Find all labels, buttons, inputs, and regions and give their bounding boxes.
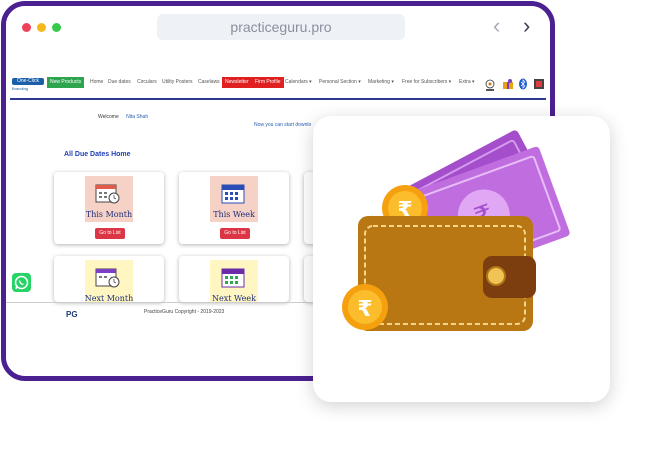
logo-subtext: Branding	[12, 86, 29, 91]
nav-free-for-subscribers[interactable]: Free for Subscribers ▾	[402, 77, 451, 88]
calendar-grid-icon	[221, 184, 245, 204]
card-label: This Week	[213, 210, 255, 219]
address-bar[interactable]: practiceguru.pro	[157, 14, 405, 40]
bluetooth-icon[interactable]	[518, 78, 528, 90]
browser-chrome: practiceguru.pro ‹ ›	[6, 6, 550, 56]
calendar-grid-icon	[221, 268, 245, 288]
logout-icon[interactable]	[533, 78, 544, 90]
nav-utility-posters[interactable]: Utility Posters	[162, 77, 193, 88]
back-arrow-icon[interactable]: ‹	[493, 14, 500, 38]
go-to-list-button[interactable]: Go to List	[95, 228, 125, 239]
nav-extra[interactable]: Extra ▾	[459, 77, 475, 88]
card-image: This Week	[210, 176, 258, 222]
page-title: All Due Dates Home	[64, 151, 131, 158]
user-name[interactable]: Nita Shah	[126, 114, 148, 120]
this-week-card[interactable]: This Week Go to List	[179, 172, 289, 244]
forward-arrow-icon[interactable]: ›	[523, 14, 530, 38]
next-week-card[interactable]: Next Week	[179, 256, 289, 303]
footer-copyright: PracticeGuru Copyright - 2019-2023	[144, 309, 225, 315]
nav-home[interactable]: Home	[90, 77, 103, 88]
minimize-window-dot[interactable]	[37, 23, 46, 32]
new-products-button[interactable]: New Products	[47, 77, 85, 88]
wallet-with-rupee-icon: ₹ ₹ ₹	[342, 130, 570, 331]
nav-due-dates[interactable]: Due dates	[108, 77, 131, 88]
nav-caselaws[interactable]: Caselaws	[198, 77, 220, 88]
nav-personal-section[interactable]: Personal Section ▾	[319, 77, 361, 88]
calendar-clock-icon	[95, 268, 120, 288]
next-month-card[interactable]: Next Month	[54, 256, 164, 303]
nav-circulars[interactable]: Circulars	[137, 77, 157, 88]
welcome-label: Welcome	[98, 114, 119, 120]
card-image: This Month	[85, 176, 133, 222]
footer-logo[interactable]: PG	[66, 310, 78, 319]
calendar-clock-icon	[95, 184, 120, 204]
gift-icon[interactable]	[502, 78, 513, 90]
card-label: This Month	[85, 210, 133, 219]
site-navbar: One-Click Branding New Products Home Due…	[10, 74, 546, 100]
whatsapp-icon[interactable]	[12, 273, 31, 292]
close-window-dot[interactable]	[22, 23, 31, 32]
go-to-list-button[interactable]: Go to List	[220, 228, 250, 239]
welcome-message: Welcome Nita Shah	[98, 114, 148, 120]
this-month-card[interactable]: This Month Go to List	[54, 172, 164, 244]
site-logo[interactable]: One-Click Branding	[12, 78, 44, 92]
card-image: Next Week	[210, 260, 258, 303]
nav-marketing[interactable]: Marketing ▾	[368, 77, 394, 88]
firm-profile-button[interactable]: Firm Profile	[252, 77, 284, 88]
emblem-icon[interactable]	[484, 79, 495, 91]
maximize-window-dot[interactable]	[52, 23, 61, 32]
logo-text: One-Click	[12, 78, 44, 85]
wallet-illustration-card: ₹ ₹ ₹	[313, 116, 610, 402]
nav-calendars[interactable]: Calendars ▾	[285, 77, 312, 88]
newsletter-button[interactable]: Newsletter	[222, 77, 252, 88]
card-image: Next Month	[85, 260, 133, 303]
notice-text: Now you can start downlo	[254, 122, 312, 128]
bottom-coin-rupee-symbol: ₹	[357, 297, 372, 322]
